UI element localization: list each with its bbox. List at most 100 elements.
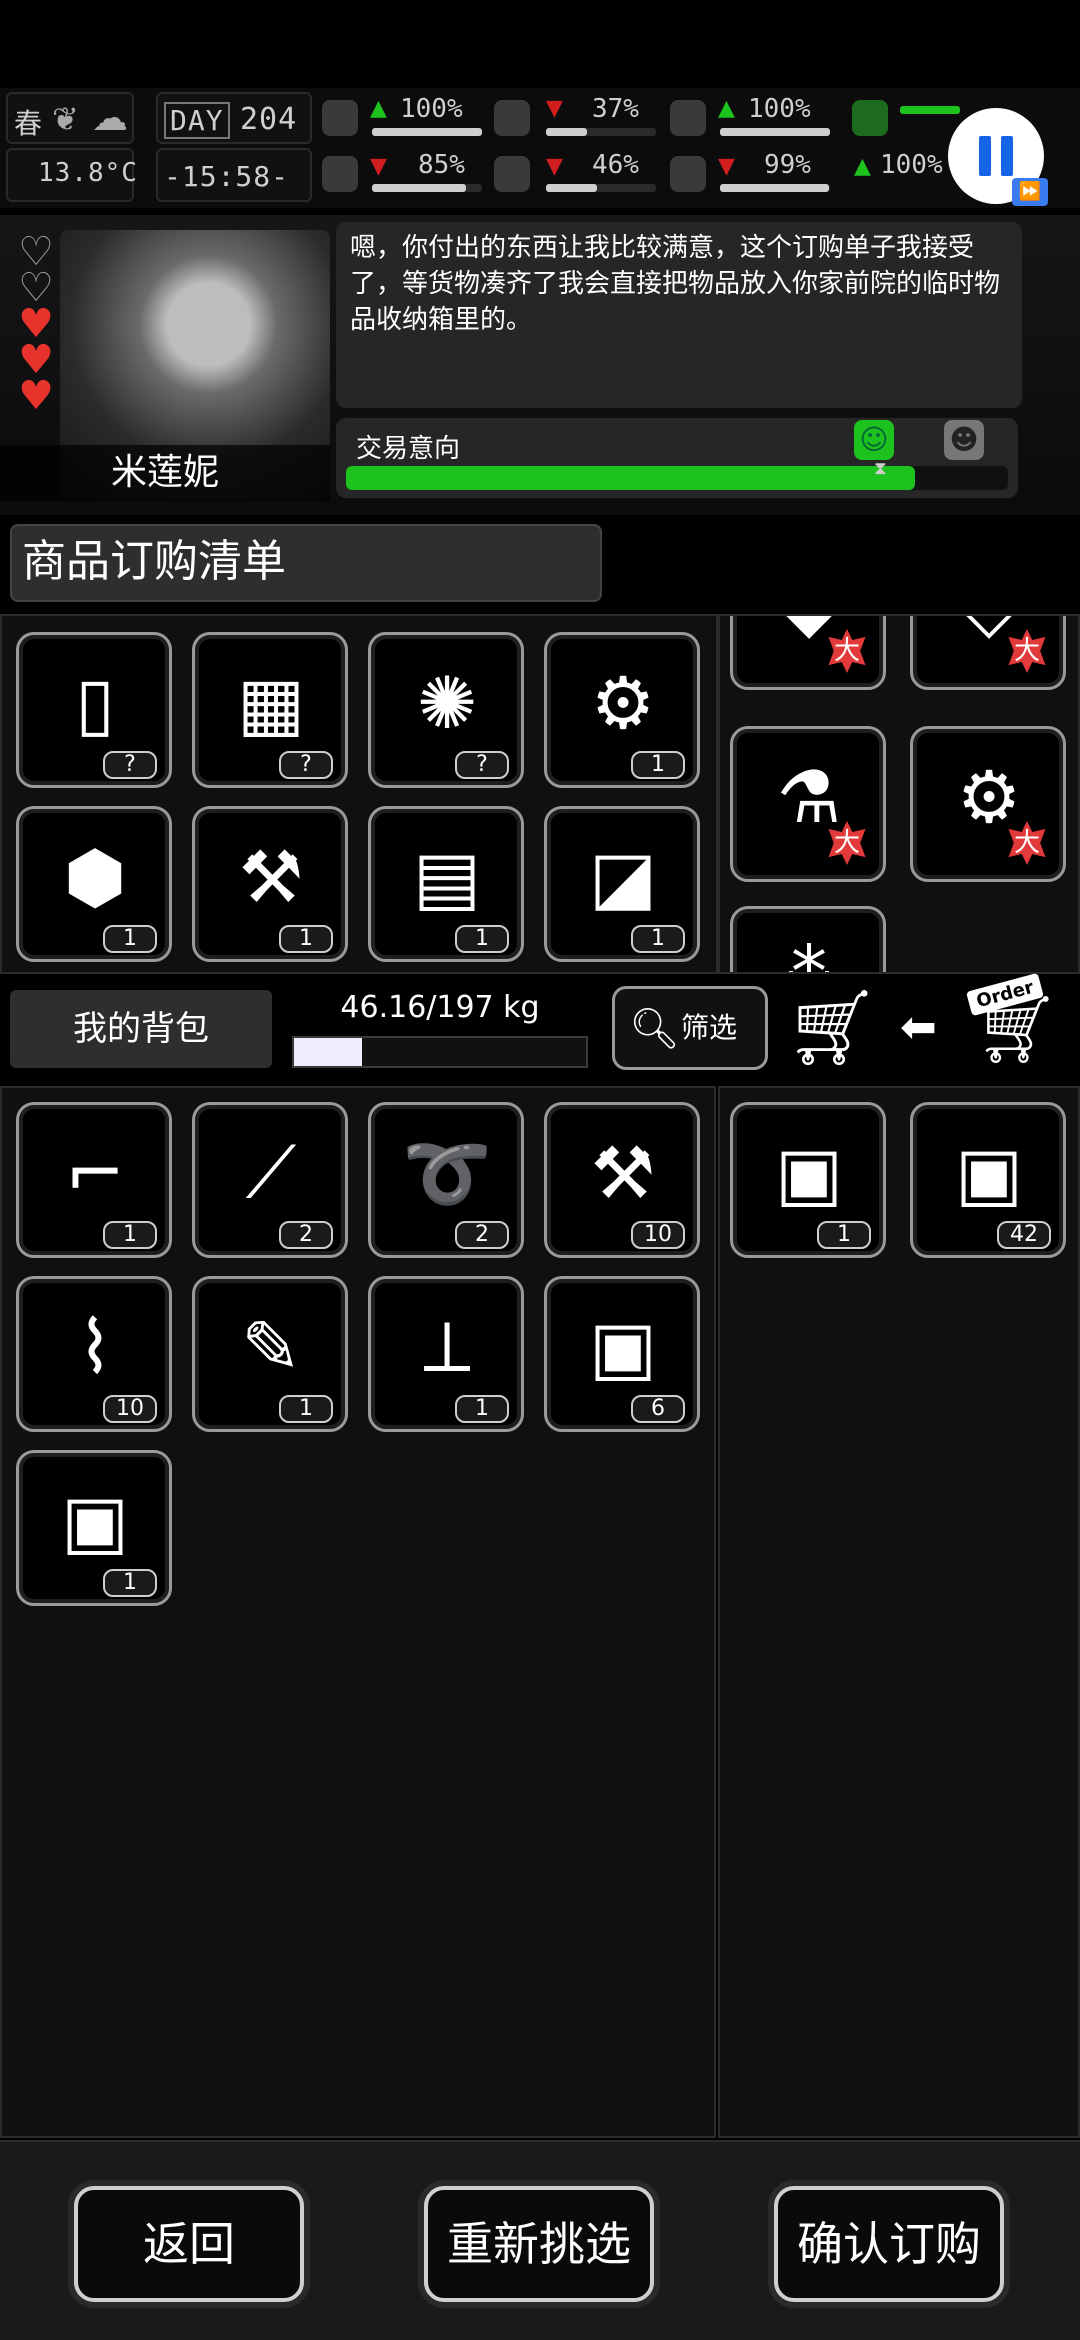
item-slot[interactable]: ✺? bbox=[368, 632, 524, 788]
item-quantity: 2 bbox=[455, 1221, 509, 1249]
npc-dialog: 嗯，你付出的东西让我比较满意，这个订购单子我接受了，等货物凑齐了我会直接把物品放… bbox=[336, 222, 1022, 408]
bricks-icon: ▦ bbox=[236, 661, 306, 745]
item-slot[interactable]: ◪ 1 bbox=[544, 806, 700, 962]
pause-icon-bar bbox=[1001, 136, 1013, 176]
item-slot[interactable]: ⟋ 2 bbox=[192, 1102, 348, 1258]
health-value: 100% bbox=[400, 94, 463, 124]
item-quantity: 1 bbox=[455, 925, 509, 953]
rope-icon: ➰ bbox=[402, 1130, 492, 1215]
armor-value: 100% bbox=[748, 94, 811, 124]
heart-icon bbox=[670, 156, 706, 192]
heart-filled-icon: ♥ bbox=[18, 373, 54, 419]
stamina-value: 100% bbox=[880, 150, 943, 180]
pause-icon bbox=[979, 136, 991, 176]
search-icon: 🔍︎ bbox=[629, 1006, 680, 1052]
cloth-icon: ▯ bbox=[75, 661, 115, 745]
rain-cloud-icon: ☁ bbox=[92, 98, 128, 139]
heater-icon: ◪ bbox=[588, 835, 658, 919]
item-slot[interactable]: ⌐ 1 bbox=[16, 1102, 172, 1258]
item-slot[interactable]: ▣ 1 bbox=[730, 1102, 886, 1258]
item-quantity: ? bbox=[455, 751, 509, 779]
item-quantity: 1 bbox=[455, 1395, 509, 1423]
item-quantity: 10 bbox=[103, 1395, 157, 1423]
item-slot[interactable]: ⟂ 1 bbox=[368, 1276, 524, 1432]
item-quantity: 1 bbox=[631, 751, 685, 779]
order-list-title: 商品订购清单 bbox=[10, 524, 602, 602]
status-bar: 春 ❦ ☁ 13.8°C DAY 204 -15:58- ▲ 100% ▼ 37… bbox=[0, 88, 1080, 208]
filter-label: 筛选 bbox=[681, 1011, 738, 1044]
item-slot[interactable]: ⚙ 1 bbox=[544, 632, 700, 788]
vise-icon: ⚙ bbox=[590, 661, 656, 745]
supply-crate-icon: ▣ bbox=[774, 1131, 844, 1215]
day-label: DAY bbox=[164, 102, 230, 139]
order-items-panel: ▯? ▦? ✺? ⚙ 1 ⬢ 1 ⚒ 1 ▤ 1 ◪ 1 bbox=[0, 614, 718, 974]
backpack-panel: ⌐ 1 ⟋ 2 ➰ 2 ⚒ 10 ⌇ 10 ✎ 1 ⟂ 1 ▣ 6 ▣ 1 bbox=[0, 1086, 716, 2138]
item-quantity: 1 bbox=[103, 1221, 157, 1249]
pipe-icon: ⚒ bbox=[238, 835, 304, 919]
item-slot[interactable]: ▯? bbox=[16, 632, 172, 788]
item-slot[interactable]: ▤ 1 bbox=[368, 806, 524, 962]
item-slot[interactable]: ➰ 2 bbox=[368, 1102, 524, 1258]
time-box: -15:58- bbox=[156, 148, 312, 202]
item-slot[interactable]: ⚒ 10 bbox=[544, 1102, 700, 1258]
carry-weight-fill bbox=[294, 1038, 363, 1066]
thirst-value: 46% bbox=[592, 150, 639, 180]
temperature: 13.8°C bbox=[38, 158, 138, 188]
item-slot[interactable]: ▣ 6 bbox=[544, 1276, 700, 1432]
item-slot[interactable]: ⬢ 1 bbox=[16, 806, 172, 962]
grin-face-icon: ☻ bbox=[944, 420, 984, 460]
trade-intent-label: 交易意向 bbox=[356, 434, 461, 464]
item-slot[interactable]: ▣ 1 bbox=[16, 1450, 172, 1606]
mood-value: 99% bbox=[764, 150, 811, 180]
hunger-bar bbox=[546, 128, 656, 136]
brain-icon bbox=[322, 156, 358, 192]
filter-button[interactable]: 🔍︎ 筛选 bbox=[612, 986, 768, 1070]
health-bar bbox=[372, 128, 482, 136]
back-button[interactable]: 返回 bbox=[74, 2186, 304, 2302]
trade-intent-fill bbox=[346, 466, 916, 490]
thirst-bar bbox=[546, 184, 656, 192]
item-slot[interactable]: ◇大 bbox=[910, 616, 1066, 690]
flare-gun-icon: ⌐ bbox=[64, 1131, 126, 1215]
trend-down-icon: ▼ bbox=[546, 96, 563, 121]
item-quantity: 2 bbox=[279, 1221, 333, 1249]
item-quantity: 1 bbox=[631, 925, 685, 953]
supply-crate-icon: ▣ bbox=[954, 1131, 1024, 1215]
medkit-icon bbox=[322, 100, 358, 136]
happy-face-icon: ☺ bbox=[854, 420, 894, 460]
day-box: DAY 204 bbox=[156, 92, 312, 144]
mood-bar bbox=[720, 184, 830, 192]
item-slot[interactable]: ✎ 1 bbox=[192, 1276, 348, 1432]
item-slot[interactable]: ⌇ 10 bbox=[16, 1276, 172, 1432]
temperature-box: 13.8°C bbox=[6, 148, 137, 202]
radiator-icon: ▤ bbox=[412, 835, 482, 919]
item-slot[interactable]: ⚙ 大 bbox=[910, 726, 1066, 882]
lockpick-icon: ⟋ bbox=[245, 1130, 297, 1214]
item-quantity: 1 bbox=[103, 1569, 157, 1597]
my-backpack-tab[interactable]: 我的背包 bbox=[10, 990, 272, 1068]
item-slot[interactable]: ▣ 42 bbox=[910, 1102, 1066, 1258]
leaf-icon: ❦ bbox=[52, 100, 79, 138]
reselect-button[interactable]: 重新挑选 bbox=[424, 2186, 654, 2302]
season-label: 春 bbox=[14, 107, 44, 140]
armor-bar bbox=[720, 128, 830, 136]
trend-down-icon: ▼ bbox=[370, 154, 387, 179]
confirm-order-button[interactable]: 确认订购 bbox=[774, 2186, 1004, 2302]
item-quantity: 10 bbox=[631, 1221, 685, 1249]
hunger-value: 37% bbox=[592, 94, 639, 124]
item-slot[interactable]: ▦? bbox=[192, 632, 348, 788]
item-slot[interactable]: ⁂ bbox=[730, 906, 886, 972]
fur-icon: ✺ bbox=[416, 661, 478, 745]
trend-up-icon: ▲ bbox=[854, 154, 871, 179]
item-slot[interactable]: ⚒ 1 bbox=[192, 806, 348, 962]
stamina-bar bbox=[900, 106, 960, 114]
clock-time: -15:58- bbox=[164, 160, 290, 193]
supply-crate-icon: ▣ bbox=[588, 1305, 658, 1389]
arrow-left-icon: ⬅ bbox=[900, 1002, 937, 1053]
item-quantity: 1 bbox=[817, 1221, 871, 1249]
item-slot[interactable]: ◆大 bbox=[730, 616, 886, 690]
item-slot[interactable]: ⚗ 大 bbox=[730, 726, 886, 882]
trend-down-icon: ▼ bbox=[546, 154, 563, 179]
sanity-value: 85% bbox=[418, 150, 465, 180]
fast-forward-icon[interactable]: ⏩ bbox=[1012, 178, 1048, 206]
